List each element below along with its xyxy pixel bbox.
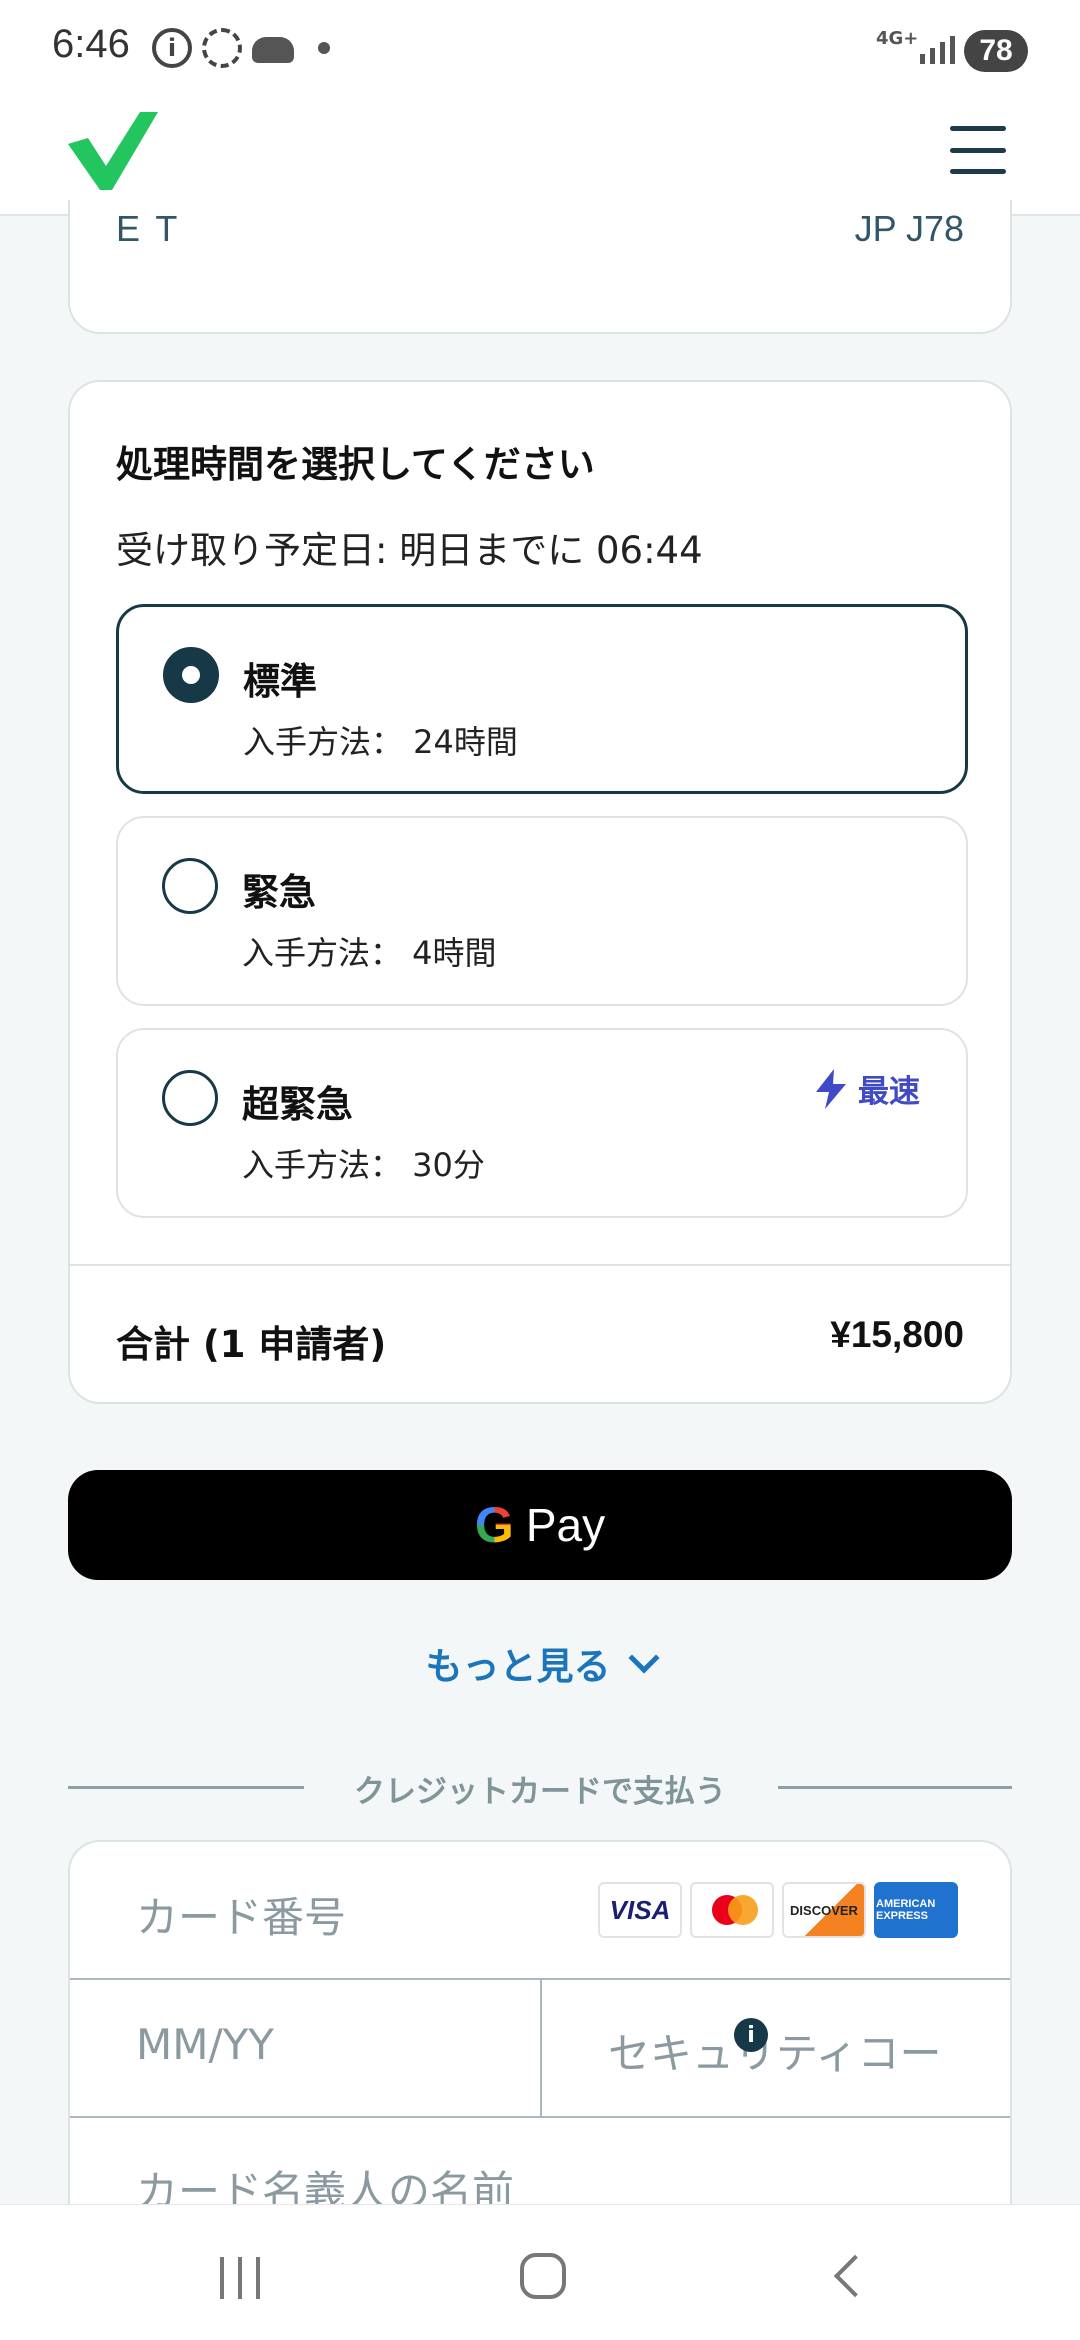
radio-selected-icon[interactable] [163, 647, 219, 703]
pay-by-card-label: クレジットカードで支払う [354, 1774, 726, 1810]
passport-number: JP J78 [854, 208, 964, 249]
status-icons-left: i [152, 28, 330, 68]
back-icon[interactable] [833, 2254, 877, 2298]
card-number-placeholder: カード番号 [136, 1893, 347, 1942]
amex-icon: AMERICAN EXPRESS [874, 1882, 958, 1938]
battery-icon: 78 [964, 30, 1028, 72]
option-name: 超緊急 [242, 1083, 353, 1126]
divider [70, 1264, 1010, 1266]
lightning-icon [816, 1068, 846, 1109]
expiry-placeholder: MM/YY [136, 2020, 274, 2069]
radio-icon[interactable] [162, 858, 218, 914]
home-icon[interactable] [520, 2253, 566, 2299]
see-more-label: もっと見る [425, 1645, 611, 1688]
info-icon: i [152, 28, 192, 68]
card-brand-logos: VISA DISCOVER AMERICAN EXPRESS [598, 1882, 958, 1938]
mastercard-icon [690, 1882, 774, 1938]
system-navigation-bar [0, 2204, 1080, 2340]
status-bar: 6:46 i 4G+ 78 [0, 0, 1080, 100]
app-header [0, 100, 1080, 216]
hamburger-menu-icon[interactable] [950, 122, 1006, 178]
option-name: 緊急 [242, 871, 316, 914]
pickup-date: 受け取り予定日: 明日までに 06:44 [116, 529, 703, 572]
google-pay-button[interactable]: G Pay [68, 1470, 1012, 1580]
card-number-field[interactable]: カード番号 VISA DISCOVER AMERICAN EXPRESS [70, 1842, 1010, 1978]
chevron-down-icon [627, 1642, 660, 1674]
visa-icon: VISA [598, 1882, 682, 1938]
logo-icon[interactable] [66, 110, 160, 190]
google-pay-label: Pay [525, 1499, 606, 1551]
option-standard[interactable]: 標準 入手方法： 24時間 [116, 604, 968, 794]
option-name: 標準 [243, 660, 317, 703]
option-super-urgent[interactable]: 超緊急 入手方法： 30分 最速 [116, 1028, 968, 1218]
info-icon[interactable]: i [734, 2018, 768, 2052]
security-code-placeholder: セキュリティコー [608, 2029, 942, 2078]
passport-name-initials: E T [116, 208, 181, 249]
status-time: 6:46 [52, 22, 130, 66]
passport-info-card: E T JP J78 [68, 200, 1012, 334]
option-time: 入手方法： 30分 [242, 1146, 485, 1184]
expiry-field[interactable]: MM/YY [70, 1978, 540, 2114]
total-value: ¥15,800 [830, 1314, 964, 1355]
total-label: 合計 (1 申請者) [116, 1323, 387, 1366]
fastest-badge-label: 最速 [858, 1074, 920, 1110]
see-more-link[interactable]: もっと見る [0, 1636, 1080, 1690]
option-time: 入手方法： 24時間 [243, 723, 518, 761]
security-code-field[interactable]: セキュリティコー [542, 1978, 1010, 2114]
processing-time-card: 処理時間を選択してください 受け取り予定日: 明日までに 06:44 標準 入手… [68, 380, 1012, 1404]
signal-icon [920, 34, 955, 64]
fastest-badge: 最速 [814, 1066, 920, 1111]
option-time: 入手方法： 4時間 [242, 934, 497, 972]
cloud-icon [252, 37, 294, 63]
google-g-icon: G [474, 1497, 514, 1553]
option-urgent[interactable]: 緊急 入手方法： 4時間 [116, 816, 968, 1006]
notification-dot-icon [318, 42, 330, 54]
discover-icon: DISCOVER [782, 1882, 866, 1938]
network-type: 4G+ [876, 28, 919, 49]
radio-icon[interactable] [162, 1070, 218, 1126]
sync-icon [202, 28, 242, 68]
section-title: 処理時間を選択してください [116, 443, 595, 486]
recent-apps-icon[interactable] [220, 2257, 260, 2299]
